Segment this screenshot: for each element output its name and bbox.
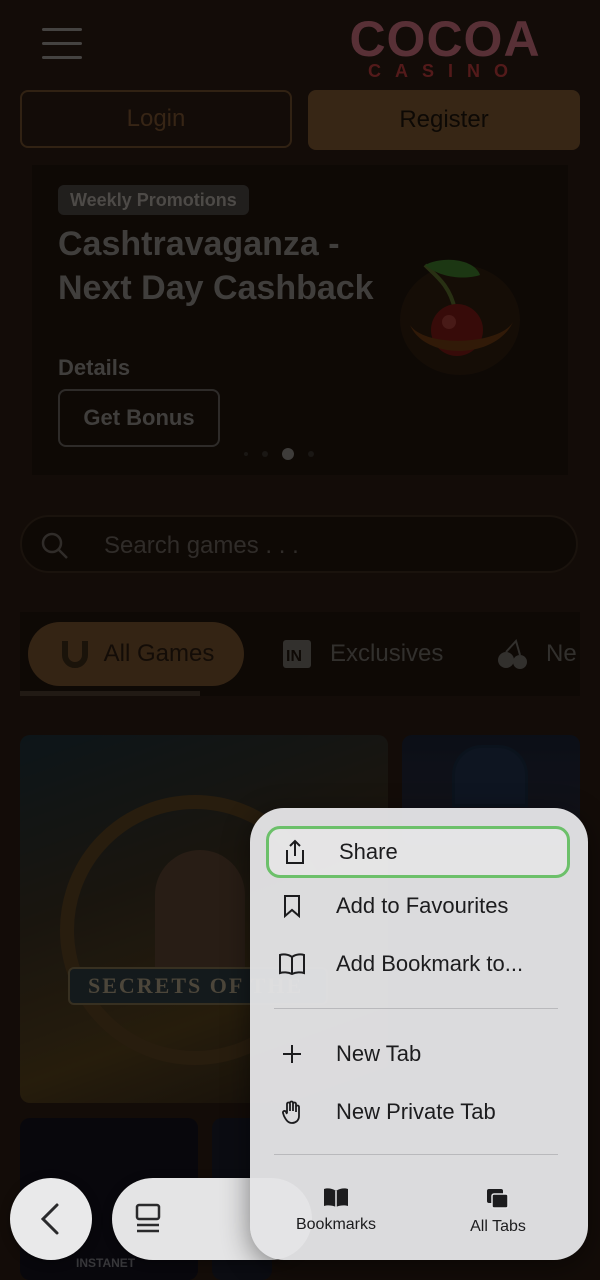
menu-item-add-to-favourites[interactable]: Add to Favourites — [266, 880, 570, 932]
menu-item-new-private-tab[interactable]: New Private Tab — [266, 1086, 570, 1138]
promo-badge: Weekly Promotions — [58, 185, 249, 215]
game-title: INSTANET — [76, 1256, 136, 1270]
search-icon — [41, 532, 68, 559]
bookmarks-icon — [324, 1188, 348, 1207]
promo-title: Cashtravaganza - Next Day Cashback — [58, 225, 374, 307]
cherry-icon — [400, 259, 520, 375]
menu-item-share[interactable]: Share — [266, 826, 570, 878]
menu-item-label: Share — [339, 839, 398, 864]
tabs-scrollbar[interactable] — [20, 691, 200, 696]
hamburger-menu-icon[interactable] — [42, 28, 82, 60]
search-bar[interactable] — [20, 515, 578, 573]
menu-item-add-bookmark[interactable]: Add Bookmark to... — [266, 938, 570, 990]
get-bonus-button[interactable]: Get Bonus — [58, 389, 220, 447]
tile-artwork-window — [452, 745, 528, 807]
menu-item-label: New Tab — [336, 1041, 422, 1066]
browser-context-menu: Share Add to Favourites Add Bookmark to.… — [250, 808, 588, 1260]
tab-label: All Games — [103, 640, 215, 667]
register-button[interactable]: Register — [308, 90, 580, 150]
tab-new[interactable]: Ne — [496, 622, 577, 686]
bookmark-icon — [278, 892, 306, 920]
search-input[interactable] — [102, 527, 546, 565]
back-button[interactable] — [10, 1178, 92, 1260]
logo-subtext: CASINO — [367, 61, 522, 81]
book-open-icon — [278, 950, 306, 978]
menu-item-new-tab[interactable]: New Tab — [266, 1028, 570, 1080]
chevron-left-icon — [40, 1203, 59, 1235]
bookmarks-label: Bookmarks — [295, 1216, 377, 1233]
promo-details-link[interactable]: Details — [58, 355, 130, 381]
all-tabs-icon — [487, 1189, 509, 1209]
hand-icon — [278, 1098, 306, 1126]
svg-text:IN: IN — [286, 648, 302, 665]
tab-exclusives[interactable]: IN Exclusives — [282, 622, 443, 686]
all-tabs-label: All Tabs — [470, 1218, 526, 1235]
bookmarks-button[interactable]: Bookmarks — [266, 1188, 406, 1248]
menu-separator — [274, 1154, 558, 1155]
category-tabs[interactable]: All Games IN Exclusives Ne — [20, 612, 580, 696]
tab-overview-icon[interactable] — [134, 1202, 164, 1234]
menu-separator — [274, 1008, 558, 1009]
tab-all-games[interactable]: All Games — [28, 622, 244, 686]
share-icon — [281, 838, 309, 866]
tab-label: Exclusives — [330, 640, 444, 667]
tab-label: Ne — [546, 640, 577, 667]
cherries-icon — [498, 638, 527, 669]
horseshoe-icon — [61, 641, 88, 668]
login-button[interactable]: Login — [20, 90, 292, 148]
logo-text: COCOA — [349, 11, 541, 67]
carousel-dots[interactable] — [244, 448, 314, 460]
menu-item-label: Add to Favourites — [336, 893, 509, 918]
all-tabs-button[interactable]: All Tabs — [428, 1188, 568, 1248]
menu-item-label: New Private Tab — [336, 1099, 496, 1124]
in-badge-icon: IN — [283, 640, 311, 668]
cocoa-casino-logo[interactable]: COCOA CASINO — [340, 14, 550, 86]
menu-item-label: Add Bookmark to... — [336, 951, 524, 976]
plus-icon — [278, 1040, 306, 1068]
